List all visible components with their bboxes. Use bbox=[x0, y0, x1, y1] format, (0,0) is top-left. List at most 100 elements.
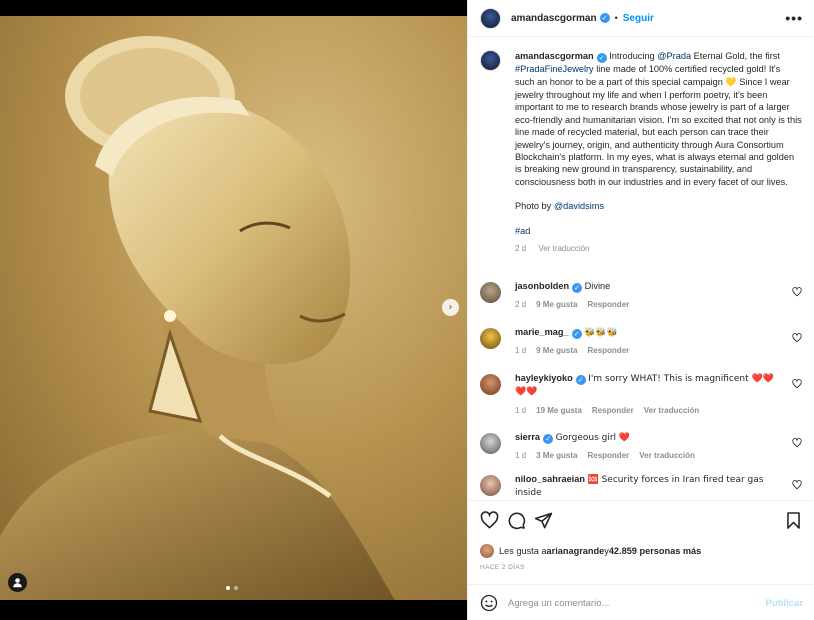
verified-badge-icon: ✓ bbox=[599, 13, 610, 23]
post-side-panel: amandascgorman ✓ • Seguir ••• amandascgo… bbox=[467, 0, 814, 620]
see-translation-link[interactable]: Ver traducción bbox=[644, 406, 700, 415]
user-icon bbox=[13, 578, 22, 588]
instagram-post-modal: › amandascgorman ✓ • Seguir ••• amandasc… bbox=[0, 0, 814, 620]
verified-badge-icon: ✓ bbox=[572, 283, 583, 294]
post-timestamp[interactable]: HACE 2 DÍAS bbox=[480, 564, 525, 571]
post-photo[interactable] bbox=[0, 16, 467, 600]
comment-item: jasonbolden ✓ Divine 2 d 9 Me gusta Respond… bbox=[480, 280, 802, 326]
comment-username[interactable]: marie_mag_ bbox=[515, 327, 569, 337]
verified-badge-icon: ✓ bbox=[575, 375, 586, 386]
post-media: › bbox=[0, 0, 467, 620]
carousel-dot-active bbox=[226, 586, 230, 590]
caption-body: amandascgorman ✓ Introducing @Prada Etern… bbox=[515, 50, 802, 255]
like-comment-heart-icon[interactable] bbox=[792, 438, 802, 448]
likes-summary: Les gusta a arianagrande y 42.859 person… bbox=[480, 544, 701, 558]
comment-avatar[interactable] bbox=[480, 328, 501, 349]
reply-button[interactable]: Responder bbox=[592, 406, 634, 415]
post-comment-button[interactable]: Publicar bbox=[766, 598, 804, 609]
more-options-icon[interactable]: ••• bbox=[785, 10, 803, 26]
comment-text: 🐝🐝🐝 bbox=[584, 328, 618, 338]
save-bookmark-icon[interactable] bbox=[784, 511, 803, 530]
caption-tags: #ad bbox=[515, 225, 802, 237]
add-comment-bar: Publicar bbox=[468, 584, 814, 620]
action-icons-row bbox=[480, 511, 803, 531]
share-direct-icon[interactable] bbox=[534, 511, 553, 530]
hashtag-link[interactable]: #ad bbox=[515, 226, 530, 236]
comment-likes[interactable]: 3 Me gusta bbox=[536, 451, 577, 460]
caption-credit: Photo by @davidsims bbox=[515, 200, 802, 212]
comment-body: jasonbolden ✓ Divine 2 d 9 Me gusta Respond… bbox=[515, 280, 780, 326]
caption: amandascgorman ✓ Introducing @Prada Etern… bbox=[480, 50, 802, 255]
portrait-illustration bbox=[0, 16, 467, 600]
comment-avatar[interactable] bbox=[480, 475, 501, 496]
like-comment-heart-icon[interactable] bbox=[792, 379, 802, 389]
like-comment-heart-icon[interactable] bbox=[792, 480, 802, 490]
likes-count[interactable]: 42.859 personas más bbox=[609, 546, 701, 556]
comment-likes[interactable]: 19 Me gusta bbox=[536, 406, 582, 415]
post-actions: Les gusta a arianagrande y 42.859 person… bbox=[468, 500, 814, 620]
liker-username[interactable]: arianagrande bbox=[547, 546, 605, 556]
reply-button[interactable]: Responder bbox=[587, 451, 629, 460]
comments-list: jasonbolden ✓ Divine 2 d9 Me gusta Respond… bbox=[480, 280, 802, 500]
comment-avatar[interactable] bbox=[480, 282, 501, 303]
comment-text: Divine bbox=[584, 281, 611, 291]
comment-time: 2 d bbox=[515, 300, 527, 310]
comment-username[interactable]: jasonbolden bbox=[515, 281, 569, 291]
likes-prefix: Les gusta a bbox=[499, 546, 547, 556]
verified-badge-icon: ✓ bbox=[571, 329, 582, 340]
comment-username[interactable]: hayleykiyoko bbox=[515, 373, 573, 383]
comment-likes[interactable]: 9 Me gusta bbox=[536, 300, 577, 309]
caption-text-part: Introducing bbox=[609, 51, 658, 61]
like-heart-icon[interactable] bbox=[480, 511, 499, 530]
comment-icon[interactable] bbox=[507, 511, 526, 530]
reply-button[interactable]: Responder bbox=[587, 300, 629, 309]
author-avatar[interactable] bbox=[480, 7, 501, 29]
caption-text-part: Eternal Gold, the first bbox=[691, 51, 780, 61]
header-separator: • bbox=[614, 13, 618, 23]
comment-likes[interactable]: 9 Me gusta bbox=[536, 346, 577, 355]
comment-input[interactable] bbox=[508, 597, 758, 609]
media-bottom-letterbox bbox=[0, 600, 467, 620]
comment-item: hayleykiyoko ✓ I'm sorry WHAT! This is ma… bbox=[480, 372, 802, 431]
reply-button[interactable]: Responder bbox=[587, 346, 629, 355]
carousel-indicator bbox=[226, 586, 238, 590]
mention-link[interactable]: @Prada bbox=[657, 51, 691, 61]
liker-avatar[interactable] bbox=[480, 544, 494, 558]
mention-link[interactable]: @davidsims bbox=[554, 201, 604, 211]
photo-credit-label: Photo by bbox=[515, 201, 554, 212]
comment-username[interactable]: niloo_sahraeian bbox=[515, 474, 585, 484]
carousel-next-button[interactable]: › bbox=[442, 299, 459, 316]
comment-avatar[interactable] bbox=[480, 374, 501, 395]
comment-item: niloo_sahraeian 🆘 Security forces in Ira… bbox=[480, 473, 802, 500]
comment-time: 1 d bbox=[515, 451, 527, 461]
comment-body: marie_mag_ ✓ 🐝🐝🐝 1 d 9 Me gusta Responder bbox=[515, 326, 780, 372]
comment-body: sierra ✓ Gorgeous girl ❤️ 1 d 3 Me gusta Re… bbox=[515, 431, 780, 473]
caption-text-part: Since I wear jewelry throughout my life … bbox=[515, 76, 802, 187]
see-translation-link[interactable]: Ver traducción bbox=[538, 244, 589, 253]
follow-button[interactable]: Seguir bbox=[623, 13, 654, 24]
caption-username[interactable]: amandascgorman bbox=[515, 51, 594, 61]
verified-badge-icon: ✓ bbox=[543, 434, 554, 445]
author-username[interactable]: amandascgorman bbox=[511, 13, 597, 24]
caption-time: 2 d bbox=[515, 244, 527, 254]
post-header: amandascgorman ✓ • Seguir ••• bbox=[468, 0, 814, 37]
like-comment-heart-icon[interactable] bbox=[792, 333, 802, 343]
comment-body: niloo_sahraeian 🆘 Security forces in Ira… bbox=[515, 473, 780, 500]
see-translation-link[interactable]: Ver traducción bbox=[639, 451, 695, 460]
caption-avatar[interactable] bbox=[480, 50, 501, 71]
comment-text: Gorgeous girl ❤️ bbox=[555, 433, 631, 443]
comment-time: 1 d bbox=[515, 405, 527, 415]
caption-text: amandascgorman ✓ Introducing @Prada Etern… bbox=[515, 50, 802, 188]
comment-body: hayleykiyoko ✓ I'm sorry WHAT! This is ma… bbox=[515, 372, 780, 431]
caption-meta: 2 d Ver traducción bbox=[515, 243, 802, 255]
emoji-smile-icon[interactable] bbox=[480, 594, 498, 612]
tagged-users-button[interactable] bbox=[8, 573, 27, 592]
comment-time: 1 d bbox=[515, 346, 527, 356]
like-comment-heart-icon[interactable] bbox=[792, 287, 802, 297]
hashtag-link[interactable]: #PradaFineJewelry bbox=[515, 64, 594, 74]
comment-username[interactable]: sierra bbox=[515, 432, 540, 442]
carousel-dot bbox=[234, 586, 238, 590]
comment-avatar[interactable] bbox=[480, 433, 501, 454]
comments-scroll-area[interactable]: amandascgorman ✓ Introducing @Prada Etern… bbox=[468, 38, 814, 500]
yellow-heart-emoji: 💛 bbox=[725, 77, 737, 88]
